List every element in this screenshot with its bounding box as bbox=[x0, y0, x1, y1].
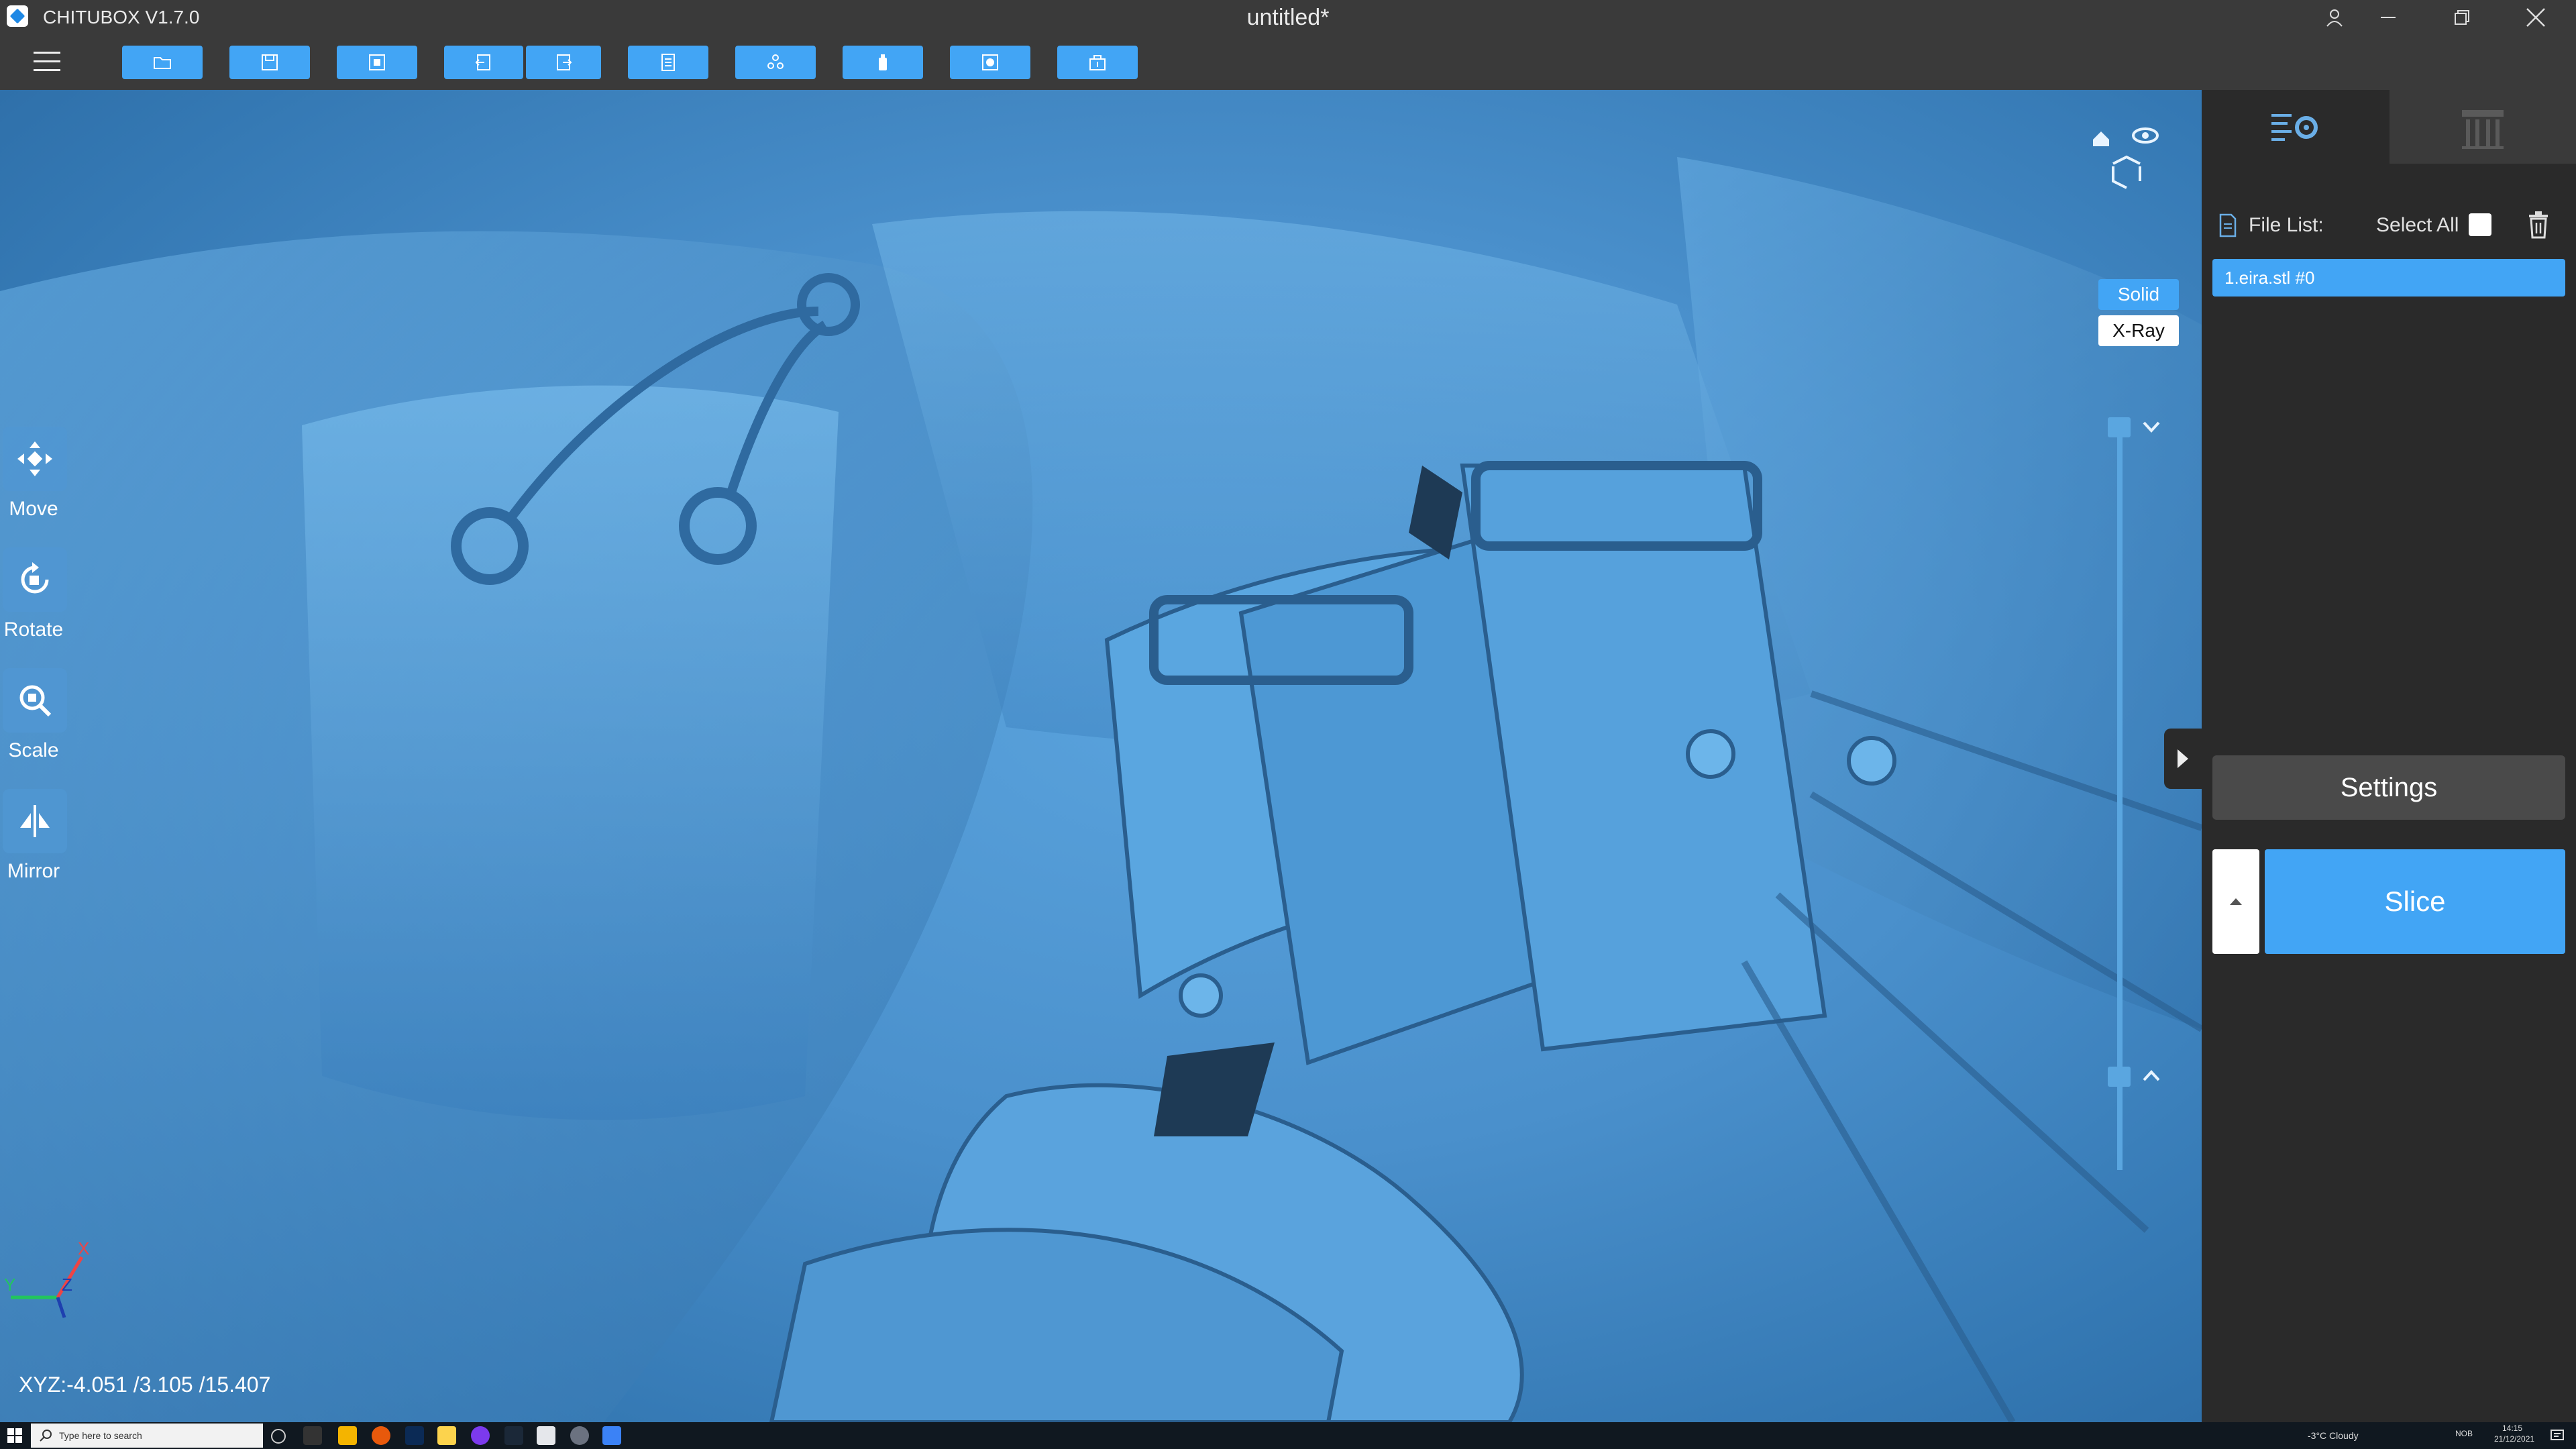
layer-slider-top-handle[interactable] bbox=[2108, 417, 2131, 437]
settings-button[interactable]: Settings bbox=[2212, 755, 2565, 820]
undo-icon bbox=[475, 54, 490, 70]
taskbar-clock-date[interactable]: 21/12/2021 bbox=[2494, 1434, 2534, 1444]
chevron-up-icon[interactable] bbox=[2141, 1068, 2161, 1084]
open-file-button[interactable] bbox=[122, 46, 203, 79]
close-icon bbox=[2526, 8, 2545, 27]
supports-button[interactable] bbox=[735, 46, 816, 79]
view-cube-icon[interactable] bbox=[2086, 117, 2167, 197]
chrome-icon[interactable] bbox=[471, 1426, 490, 1445]
svg-text:X: X bbox=[78, 1238, 89, 1258]
taskbar-language[interactable]: NOB bbox=[2455, 1429, 2473, 1438]
file-explorer-icon[interactable] bbox=[338, 1426, 357, 1445]
select-all-checkbox[interactable] bbox=[2469, 213, 2491, 236]
minimize-button[interactable] bbox=[2355, 0, 2422, 35]
list-gear-icon bbox=[2271, 114, 2318, 141]
hamburger-icon bbox=[34, 52, 60, 71]
app-logo-icon bbox=[7, 5, 28, 27]
slice-button[interactable]: Slice bbox=[2265, 849, 2565, 954]
svg-text:Z: Z bbox=[62, 1275, 72, 1295]
model-render bbox=[0, 157, 2202, 1422]
solid-view-button[interactable]: Solid bbox=[2098, 279, 2179, 310]
app-title: CHITUBOX V1.7.0 bbox=[43, 7, 200, 28]
bottle-icon bbox=[879, 54, 887, 70]
move-tool-button[interactable]: Move bbox=[0, 427, 67, 534]
cortana-icon[interactable] bbox=[271, 1429, 286, 1444]
tab-model-settings[interactable] bbox=[2202, 90, 2390, 164]
move-tool-label: Move bbox=[9, 498, 58, 520]
select-all-label: Select All bbox=[2376, 214, 2459, 236]
app-icon-gray[interactable] bbox=[570, 1426, 589, 1445]
scale-tool-button[interactable]: Scale bbox=[0, 668, 67, 775]
supports-tab-icon bbox=[2462, 110, 2504, 149]
notification-icon[interactable] bbox=[2549, 1428, 2565, 1444]
rotate-icon bbox=[21, 562, 49, 594]
save-button[interactable] bbox=[229, 46, 310, 79]
layout-icon bbox=[369, 54, 385, 70]
hole-icon bbox=[982, 54, 998, 70]
search-icon bbox=[40, 1430, 52, 1442]
caret-right-icon bbox=[2178, 749, 2188, 768]
model-info-button[interactable] bbox=[628, 46, 708, 79]
app-icon-white[interactable] bbox=[537, 1426, 555, 1445]
supports-icon bbox=[767, 54, 784, 69]
redo-icon bbox=[557, 54, 572, 70]
taskbar-weather[interactable]: -3°C Cloudy bbox=[2308, 1426, 2359, 1445]
windows-start-icon[interactable] bbox=[7, 1428, 23, 1444]
close-button[interactable] bbox=[2502, 0, 2569, 35]
file-list-icon bbox=[2219, 213, 2237, 237]
trash-icon[interactable] bbox=[2526, 211, 2551, 239]
chevron-down-icon[interactable] bbox=[2141, 419, 2161, 435]
task-view-icon[interactable] bbox=[303, 1426, 322, 1445]
restore-button[interactable] bbox=[2428, 0, 2496, 35]
export-button[interactable] bbox=[1057, 46, 1138, 79]
hollow-button[interactable] bbox=[843, 46, 923, 79]
layer-slider-track[interactable] bbox=[2117, 425, 2123, 1170]
xray-view-button[interactable]: X-Ray bbox=[2098, 315, 2179, 346]
redo-button[interactable] bbox=[526, 46, 601, 79]
taskbar-clock-time[interactable]: 14:15 bbox=[2502, 1424, 2522, 1433]
scale-icon bbox=[19, 685, 52, 717]
taskbar-search-input[interactable]: Type here to search bbox=[31, 1424, 263, 1448]
document-icon bbox=[661, 54, 675, 71]
photoshop-icon[interactable] bbox=[405, 1426, 424, 1445]
restore-icon bbox=[2455, 10, 2469, 25]
collapse-panel-button[interactable] bbox=[2164, 729, 2202, 789]
axis-gizmo-icon: X Y Z bbox=[4, 1238, 89, 1318]
cursor-coordinates: XYZ:-4.051 /3.105 /15.407 bbox=[19, 1373, 271, 1397]
tab-supports[interactable] bbox=[2390, 90, 2576, 164]
mirror-tool-button[interactable]: Mirror bbox=[0, 789, 67, 896]
firefox-icon[interactable] bbox=[372, 1426, 390, 1445]
file-list-item[interactable]: 1.eira.stl #0 bbox=[2212, 259, 2565, 297]
rotate-tool-button[interactable]: Rotate bbox=[0, 547, 67, 655]
mirror-tool-label: Mirror bbox=[7, 860, 60, 882]
package-icon bbox=[1089, 55, 1106, 70]
slice-options-button[interactable] bbox=[2212, 849, 2259, 954]
document-title: untitled* bbox=[1246, 5, 1330, 30]
chitubox-taskbar-icon[interactable] bbox=[602, 1426, 621, 1445]
auto-layout-button[interactable] bbox=[337, 46, 417, 79]
undo-button[interactable] bbox=[444, 46, 523, 79]
move-icon bbox=[17, 441, 52, 476]
app-icon-yellow[interactable] bbox=[437, 1426, 456, 1445]
caret-up-icon bbox=[2230, 898, 2242, 905]
save-icon bbox=[262, 54, 278, 70]
steam-icon[interactable] bbox=[504, 1426, 523, 1445]
minimize-icon bbox=[2381, 17, 2396, 18]
main-menu-button[interactable] bbox=[27, 44, 67, 79]
rotate-tool-label: Rotate bbox=[3, 619, 64, 641]
svg-text:Y: Y bbox=[4, 1275, 15, 1295]
layer-slider-bottom-handle[interactable] bbox=[2108, 1067, 2131, 1087]
mirror-icon bbox=[20, 805, 50, 837]
dig-hole-button[interactable] bbox=[950, 46, 1030, 79]
3d-viewport[interactable]: Move Rotate Scale Mirror Solid X-Ray X Y… bbox=[0, 90, 2202, 1422]
scale-tool-label: Scale bbox=[8, 739, 59, 761]
user-icon bbox=[2326, 9, 2343, 27]
file-list-label: File List: bbox=[2249, 214, 2324, 236]
folder-icon bbox=[154, 57, 171, 69]
